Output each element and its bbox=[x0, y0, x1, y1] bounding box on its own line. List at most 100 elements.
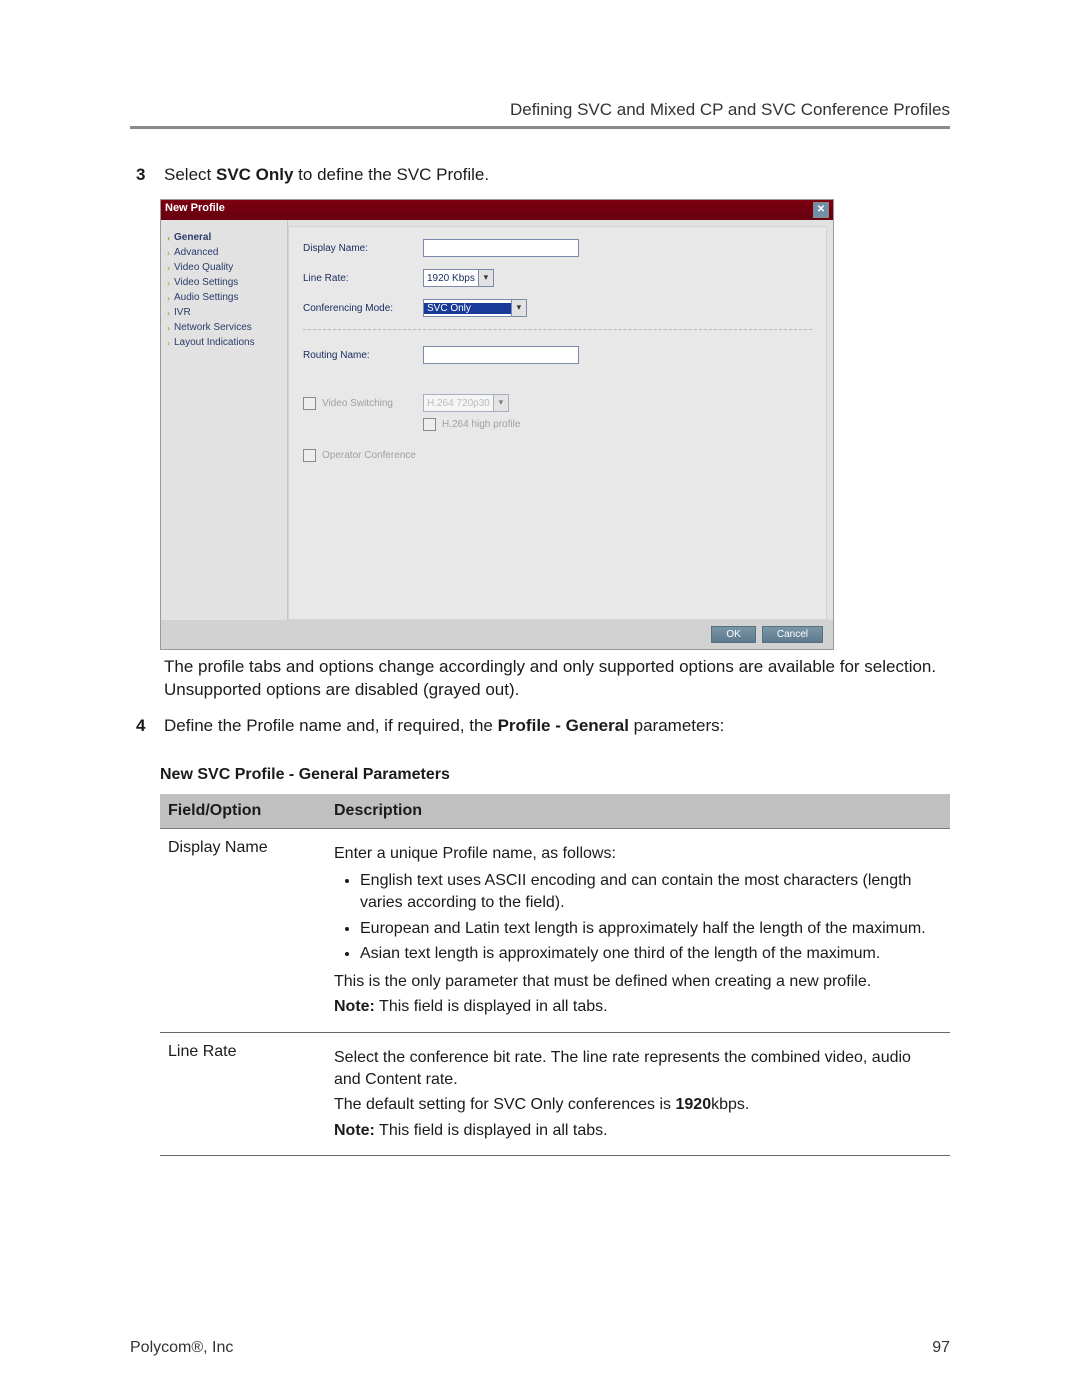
chevron-icon: › bbox=[167, 293, 170, 303]
step-3-bold: SVC Only bbox=[216, 165, 293, 184]
conferencing-mode-label: Conferencing Mode: bbox=[303, 303, 423, 314]
step-3-text: Select SVC Only to define the SVC Profil… bbox=[164, 165, 950, 185]
step-3-caption: The profile tabs and options change acco… bbox=[164, 656, 950, 702]
note-text: This field is displayed in all tabs. bbox=[375, 998, 608, 1015]
sidebar-item-label: Network Services bbox=[174, 322, 252, 333]
operator-conference-option: Operator Conference bbox=[303, 449, 416, 462]
step-4-post: parameters: bbox=[629, 716, 724, 735]
step-4: 4 Define the Profile name and, if requir… bbox=[136, 716, 950, 736]
conferencing-mode-select[interactable]: SVC Only ▾ bbox=[423, 299, 527, 317]
routing-name-input[interactable] bbox=[423, 346, 579, 364]
step-3: 3 Select SVC Only to define the SVC Prof… bbox=[136, 165, 950, 185]
step-4-text: Define the Profile name and, if required… bbox=[164, 716, 950, 736]
display-name-input[interactable] bbox=[423, 239, 579, 257]
line-rate-select[interactable]: 1920 Kbps ▾ bbox=[423, 269, 494, 287]
dialog-main-pane: Display Name: Line Rate: 1920 Kbps ▾ Con… bbox=[288, 226, 827, 620]
desc-line: Select the conference bit rate. The line… bbox=[334, 1047, 942, 1090]
video-switching-label: Video Switching bbox=[322, 398, 393, 409]
bullet: Asian text length is approximately one t… bbox=[360, 943, 942, 965]
h264-high-profile-option: H.264 high profile bbox=[423, 418, 520, 431]
sidebar-item-label: Video Settings bbox=[174, 277, 238, 288]
display-name-label: Display Name: bbox=[303, 243, 423, 254]
h264-label: H.264 high profile bbox=[442, 419, 520, 430]
chevron-down-icon: ▾ bbox=[478, 270, 493, 286]
operator-conference-label: Operator Conference bbox=[322, 450, 416, 461]
step-3-post: to define the SVC Profile. bbox=[293, 165, 489, 184]
note-label: Note: bbox=[334, 1122, 375, 1139]
line-rate-label: Line Rate: bbox=[303, 273, 423, 284]
sidebar-item-advanced[interactable]: › Advanced bbox=[165, 245, 283, 260]
sidebar-item-ivr[interactable]: › IVR bbox=[165, 305, 283, 320]
table-title: New SVC Profile - General Parameters bbox=[160, 766, 950, 784]
desc-note: Note: This field is displayed in all tab… bbox=[334, 996, 942, 1018]
new-profile-dialog: New Profile ✕ › General › Advanced › Video … bbox=[160, 199, 834, 650]
chevron-down-icon: ▾ bbox=[493, 395, 508, 411]
chevron-icon: › bbox=[167, 233, 170, 243]
desc-intro: Enter a unique Profile name, as follows: bbox=[334, 843, 942, 865]
dialog-titlebar: New Profile ✕ bbox=[161, 200, 833, 220]
bullet: European and Latin text length is approx… bbox=[360, 918, 942, 940]
field-name: Line Rate bbox=[160, 1033, 326, 1156]
field-description: Enter a unique Profile name, as follows:… bbox=[326, 828, 950, 1032]
p2-pre: The default setting for SVC Only confere… bbox=[334, 1096, 676, 1113]
sidebar-item-audio-settings[interactable]: › Audio Settings bbox=[165, 290, 283, 305]
chevron-down-icon: ▾ bbox=[511, 300, 526, 316]
chevron-icon: › bbox=[167, 278, 170, 288]
step-4-number: 4 bbox=[136, 716, 154, 736]
dialog-sidebar: › General › Advanced › Video Quality › Video… bbox=[161, 220, 288, 620]
step-3-number: 3 bbox=[136, 165, 154, 185]
step-4-pre: Define the Profile name and, if required… bbox=[164, 716, 498, 735]
routing-name-label: Routing Name: bbox=[303, 350, 423, 361]
sidebar-item-network-services[interactable]: › Network Services bbox=[165, 320, 283, 335]
table-row: Display Name Enter a unique Profile name… bbox=[160, 828, 950, 1032]
sidebar-item-label: IVR bbox=[174, 307, 191, 318]
checkbox-icon bbox=[303, 449, 316, 462]
sidebar-item-video-quality[interactable]: › Video Quality bbox=[165, 260, 283, 275]
sidebar-item-label: Video Quality bbox=[174, 262, 233, 273]
footer-page: 97 bbox=[932, 1339, 950, 1357]
footer-company: Polycom®, Inc bbox=[130, 1339, 233, 1357]
line-rate-value: 1920 Kbps bbox=[424, 273, 478, 284]
field-name: Display Name bbox=[160, 828, 326, 1032]
sidebar-item-label: Audio Settings bbox=[174, 292, 239, 303]
note-text: This field is displayed in all tabs. bbox=[375, 1122, 608, 1139]
video-switching-option: Video Switching bbox=[303, 397, 423, 410]
chevron-icon: › bbox=[167, 338, 170, 348]
separator bbox=[303, 329, 812, 330]
video-switching-select: H.264 720p30 ▾ bbox=[423, 394, 509, 412]
sidebar-item-general[interactable]: › General bbox=[165, 230, 283, 245]
desc-line: This is the only parameter that must be … bbox=[334, 971, 942, 993]
parameters-table: Field/Option Description Display Name En… bbox=[160, 794, 950, 1157]
checkbox-icon bbox=[423, 418, 436, 431]
conferencing-mode-value: SVC Only bbox=[424, 303, 511, 314]
sidebar-item-label: General bbox=[174, 232, 211, 243]
chevron-icon: › bbox=[167, 308, 170, 318]
field-description: Select the conference bit rate. The line… bbox=[326, 1033, 950, 1156]
bullet: English text uses ASCII encoding and can… bbox=[360, 870, 942, 913]
sidebar-item-label: Layout Indications bbox=[174, 337, 255, 348]
col-description: Description bbox=[326, 794, 950, 829]
page-footer: Polycom®, Inc 97 bbox=[130, 1339, 950, 1357]
note-label: Note: bbox=[334, 998, 375, 1015]
ok-button[interactable]: OK bbox=[711, 626, 755, 643]
step-3-pre: Select bbox=[164, 165, 216, 184]
cancel-button[interactable]: Cancel bbox=[762, 626, 823, 643]
step-4-bold: Profile - General bbox=[498, 716, 629, 735]
dialog-footer: OK Cancel bbox=[161, 620, 833, 649]
dialog-title-text: New Profile bbox=[165, 202, 225, 218]
page-section-title: Defining SVC and Mixed CP and SVC Confer… bbox=[130, 100, 950, 129]
checkbox-icon bbox=[303, 397, 316, 410]
p2-post: kbps. bbox=[711, 1096, 749, 1113]
table-row: Line Rate Select the conference bit rate… bbox=[160, 1033, 950, 1156]
close-icon[interactable]: ✕ bbox=[813, 202, 829, 218]
p2-bold: 1920 bbox=[676, 1096, 712, 1113]
chevron-icon: › bbox=[167, 323, 170, 333]
chevron-icon: › bbox=[167, 248, 170, 258]
col-field: Field/Option bbox=[160, 794, 326, 829]
sidebar-item-layout-indications[interactable]: › Layout Indications bbox=[165, 335, 283, 350]
sidebar-item-label: Advanced bbox=[174, 247, 218, 258]
video-switching-value: H.264 720p30 bbox=[424, 398, 493, 409]
chevron-icon: › bbox=[167, 263, 170, 273]
desc-line: The default setting for SVC Only confere… bbox=[334, 1094, 942, 1116]
sidebar-item-video-settings[interactable]: › Video Settings bbox=[165, 275, 283, 290]
